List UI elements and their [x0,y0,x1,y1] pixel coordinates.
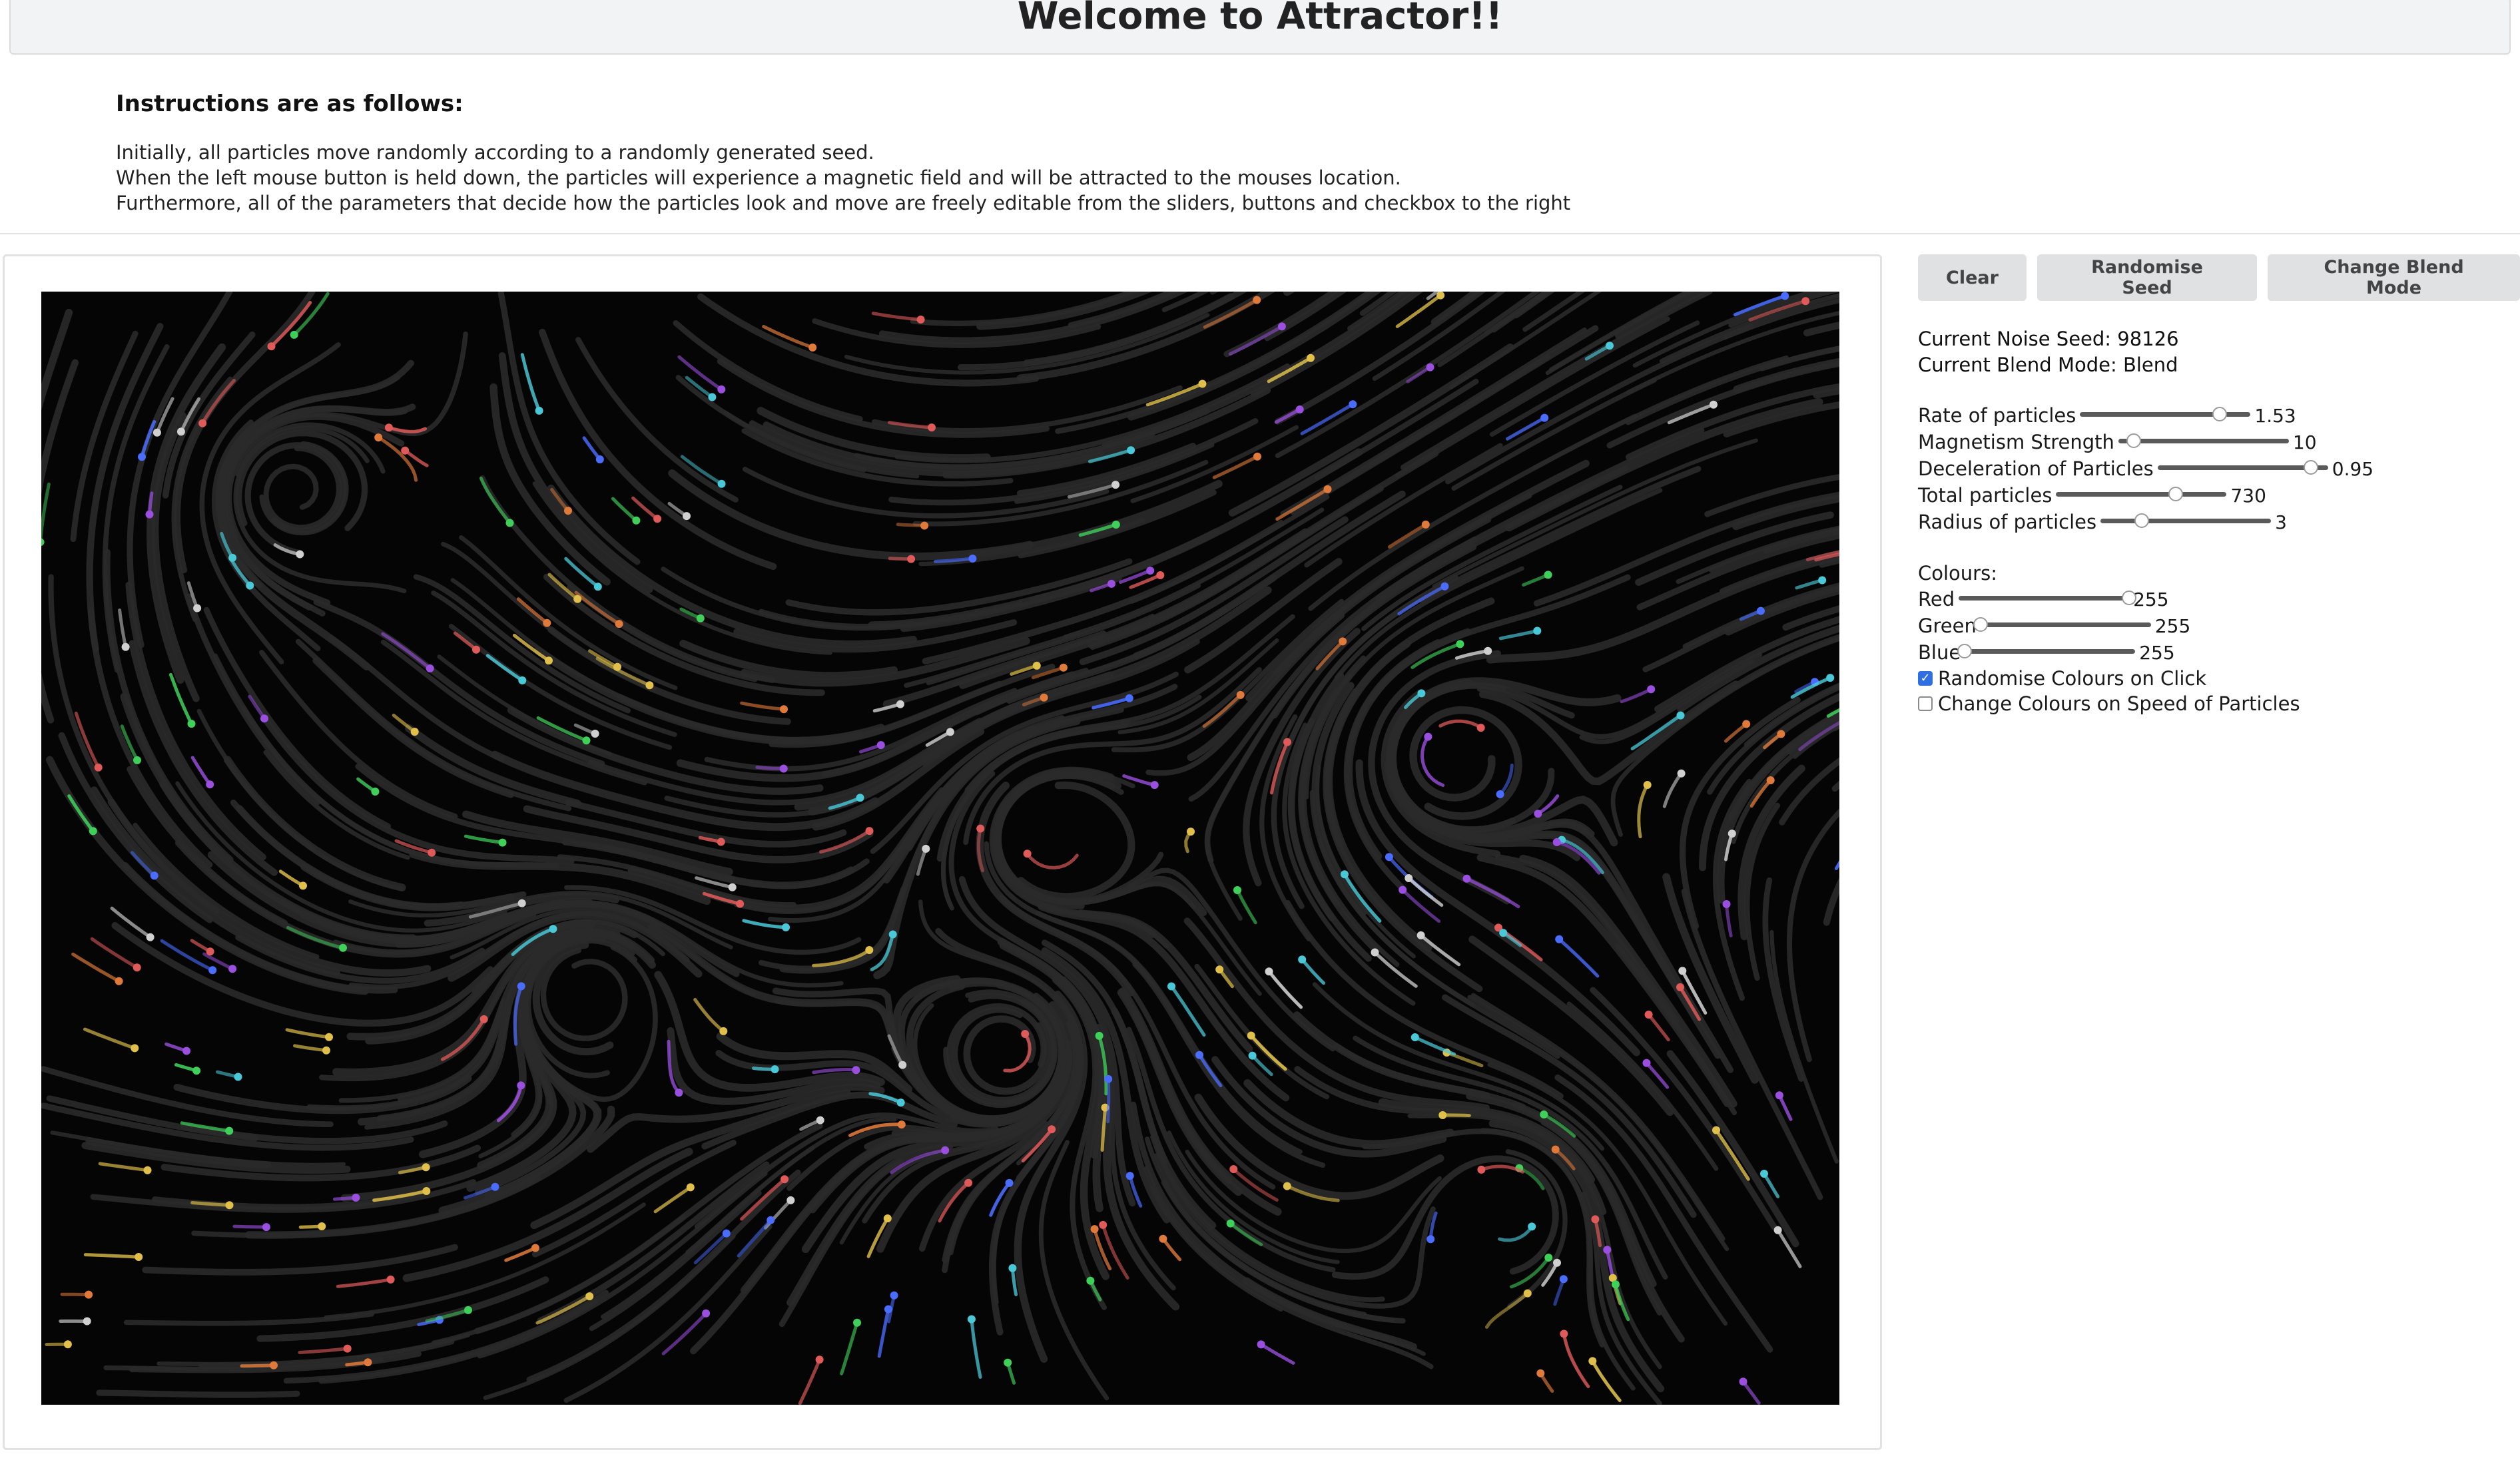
param-rate-value: 1.53 [2254,404,2296,427]
param-total-value: 730 [2230,484,2266,507]
colour-red-label: Red [1918,588,1955,611]
slider-thumb[interactable] [1973,617,1988,632]
colour-red-row: Red 255 [1918,586,2300,612]
particle-canvas-drawing [41,292,1839,1405]
status-info: Current Noise Seed: 98126 Current Blend … [1918,326,2179,378]
param-radius-label: Radius of particles [1918,511,2097,533]
colour-red-slider[interactable] [1959,588,2137,611]
colour-blue-value: 255 [2139,641,2175,664]
slider-thumb[interactable] [2212,407,2228,421]
param-total-label: Total particles [1918,484,2052,507]
param-total-row: Total particles 730 [1918,482,2373,509]
speed-colours-label: Change Colours on Speed of Particles [1938,692,2300,715]
param-rate-label: Rate of particles [1918,404,2076,427]
blend-mode-text: Current Blend Mode: Blend [1918,354,2178,376]
slider-thumb[interactable] [2304,460,2319,475]
instruction-line: When the left mouse button is held down,… [116,166,1401,189]
page-title: Welcome to Attractor!! [1017,0,1503,38]
randomise-colours-checkbox[interactable]: ✓ [1918,671,1933,686]
param-deceleration-slider[interactable] [2157,457,2328,480]
colours-heading: Colours: [1918,562,1997,585]
button-bar: Clear Randomise Seed Change Blend Mode [1918,254,2520,301]
param-deceleration-label: Deceleration of Particles [1918,457,2154,480]
instructions-section: Instructions are as follows: Initially, … [116,91,2380,216]
colour-blue-slider[interactable] [1957,641,2136,664]
param-radius-value: 3 [2275,511,2287,533]
speed-colours-checkbox[interactable] [1918,696,1933,711]
noise-seed-text: Current Noise Seed: 98126 [1918,328,2179,350]
param-deceleration-value: 0.95 [2332,457,2374,480]
instruction-line: Initially, all particles move randomly a… [116,141,874,164]
colour-green-value: 255 [2154,614,2191,637]
slider-thumb[interactable] [2134,513,2149,528]
slider-thumb[interactable] [1957,644,1973,658]
parameter-controls: Rate of particles 1.53 Magnetism Strengt… [1918,402,2373,535]
colour-blue-row: Blue 255 [1918,639,2300,666]
instructions-heading: Instructions are as follows: [116,91,464,117]
particle-canvas[interactable] [41,292,1839,1405]
param-radius-row: Radius of particles 3 [1918,509,2373,535]
colour-green-label: Green [1918,614,1977,637]
param-total-slider[interactable] [2056,484,2227,507]
param-magnetism-label: Magnetism Strength [1918,431,2114,453]
randomise-colours-row[interactable]: ✓ Randomise Colours on Click [1918,666,2300,691]
param-magnetism-row: Magnetism Strength 10 [1918,429,2373,455]
param-rate-slider[interactable] [2080,404,2251,427]
change-blend-mode-button[interactable]: Change Blend Mode [2268,254,2520,301]
colour-red-value: 255 [2133,588,2169,611]
param-magnetism-slider[interactable] [2118,431,2289,453]
slider-thumb[interactable] [2126,433,2141,448]
param-radius-slider[interactable] [2100,511,2272,533]
randomise-seed-button[interactable]: Randomise Seed [2037,254,2258,301]
instruction-line: Furthermore, all of the parameters that … [116,192,1571,214]
slider-thumb[interactable] [2122,591,2137,605]
colour-green-row: Green 255 [1918,612,2300,639]
speed-colours-row[interactable]: Change Colours on Speed of Particles [1918,691,2300,716]
param-deceleration-row: Deceleration of Particles 0.95 [1918,455,2373,482]
param-rate-row: Rate of particles 1.53 [1918,402,2373,429]
colour-green-slider[interactable] [1973,614,2151,637]
divider [0,233,2520,234]
colour-blue-label: Blue [1918,641,1961,664]
param-magnetism-value: 10 [2292,431,2317,453]
colour-controls: Colours: Red 255 Green 255 Blue 255 ✓ Ra… [1918,561,2300,716]
page-header: Welcome to Attractor!! [9,0,2511,55]
randomise-colours-label: Randomise Colours on Click [1938,667,2207,690]
clear-button[interactable]: Clear [1918,254,2027,301]
slider-thumb[interactable] [2168,487,2183,501]
